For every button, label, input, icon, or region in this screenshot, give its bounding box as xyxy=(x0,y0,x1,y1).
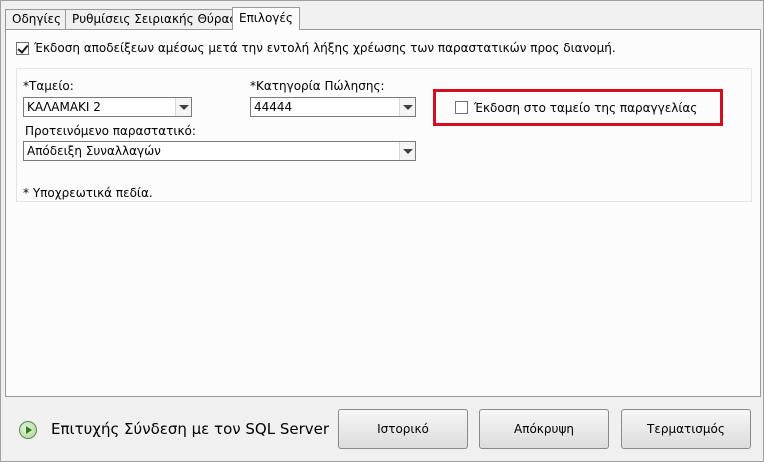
tab-serial-port-settings[interactable]: Ρυθμίσεις Σειριακής Θύρας xyxy=(65,9,244,29)
options-tab-page: Έκδοση αποδείξεων αμέσως μετά την εντολή… xyxy=(5,29,761,397)
chevron-down-icon[interactable] xyxy=(399,142,415,160)
cashier-label: *Ταμείο: xyxy=(23,79,74,93)
issue-at-order-cashier-label: Έκδοση στο ταμείο της παραγγελίας xyxy=(474,101,698,115)
terminate-button[interactable]: Τερματισμός xyxy=(621,409,751,449)
history-button[interactable]: Ιστορικό xyxy=(338,409,468,449)
play-circle-icon xyxy=(19,421,37,439)
chevron-down-icon[interactable] xyxy=(175,98,191,116)
suggested-document-label: Προτεινόμενο παραστατικό: xyxy=(25,124,196,138)
hide-button[interactable]: Απόκρυψη xyxy=(479,409,609,449)
chevron-down-icon[interactable] xyxy=(399,98,415,116)
tab-instructions[interactable]: Οδηγίες xyxy=(5,9,69,29)
cashier-select[interactable]: ΚΑΛΑΜΑΚΙ 2 xyxy=(23,97,192,117)
main-window: Οδηγίες Ρυθμίσεις Σειριακής Θύρας Επιλογ… xyxy=(0,0,764,462)
sales-category-label: *Κατηγορία Πώλησης: xyxy=(250,79,385,93)
suggested-document-select[interactable]: Απόδειξη Συναλλαγών xyxy=(23,141,416,161)
issue-receipts-label: Έκδοση αποδείξεων αμέσως μετά την εντολή… xyxy=(34,41,616,55)
issue-receipts-checkbox[interactable] xyxy=(16,42,29,55)
cashier-value: ΚΑΛΑΜΑΚΙ 2 xyxy=(27,100,101,114)
issue-at-order-cashier-checkbox[interactable] xyxy=(455,101,468,114)
status-bar: Επιτυχής Σύνδεση με τον SQL Server Ιστορ… xyxy=(1,399,764,462)
sales-category-value: 44444 xyxy=(254,100,293,114)
connection-status-text: Επιτυχής Σύνδεση με τον SQL Server xyxy=(51,420,330,438)
required-fields-note: * Υποχρεωτικά πεδία. xyxy=(23,186,153,200)
sales-category-select[interactable]: 44444 xyxy=(250,97,416,117)
suggested-document-value: Απόδειξη Συναλλαγών xyxy=(27,144,161,158)
tab-options[interactable]: Επιλογές xyxy=(232,7,300,30)
